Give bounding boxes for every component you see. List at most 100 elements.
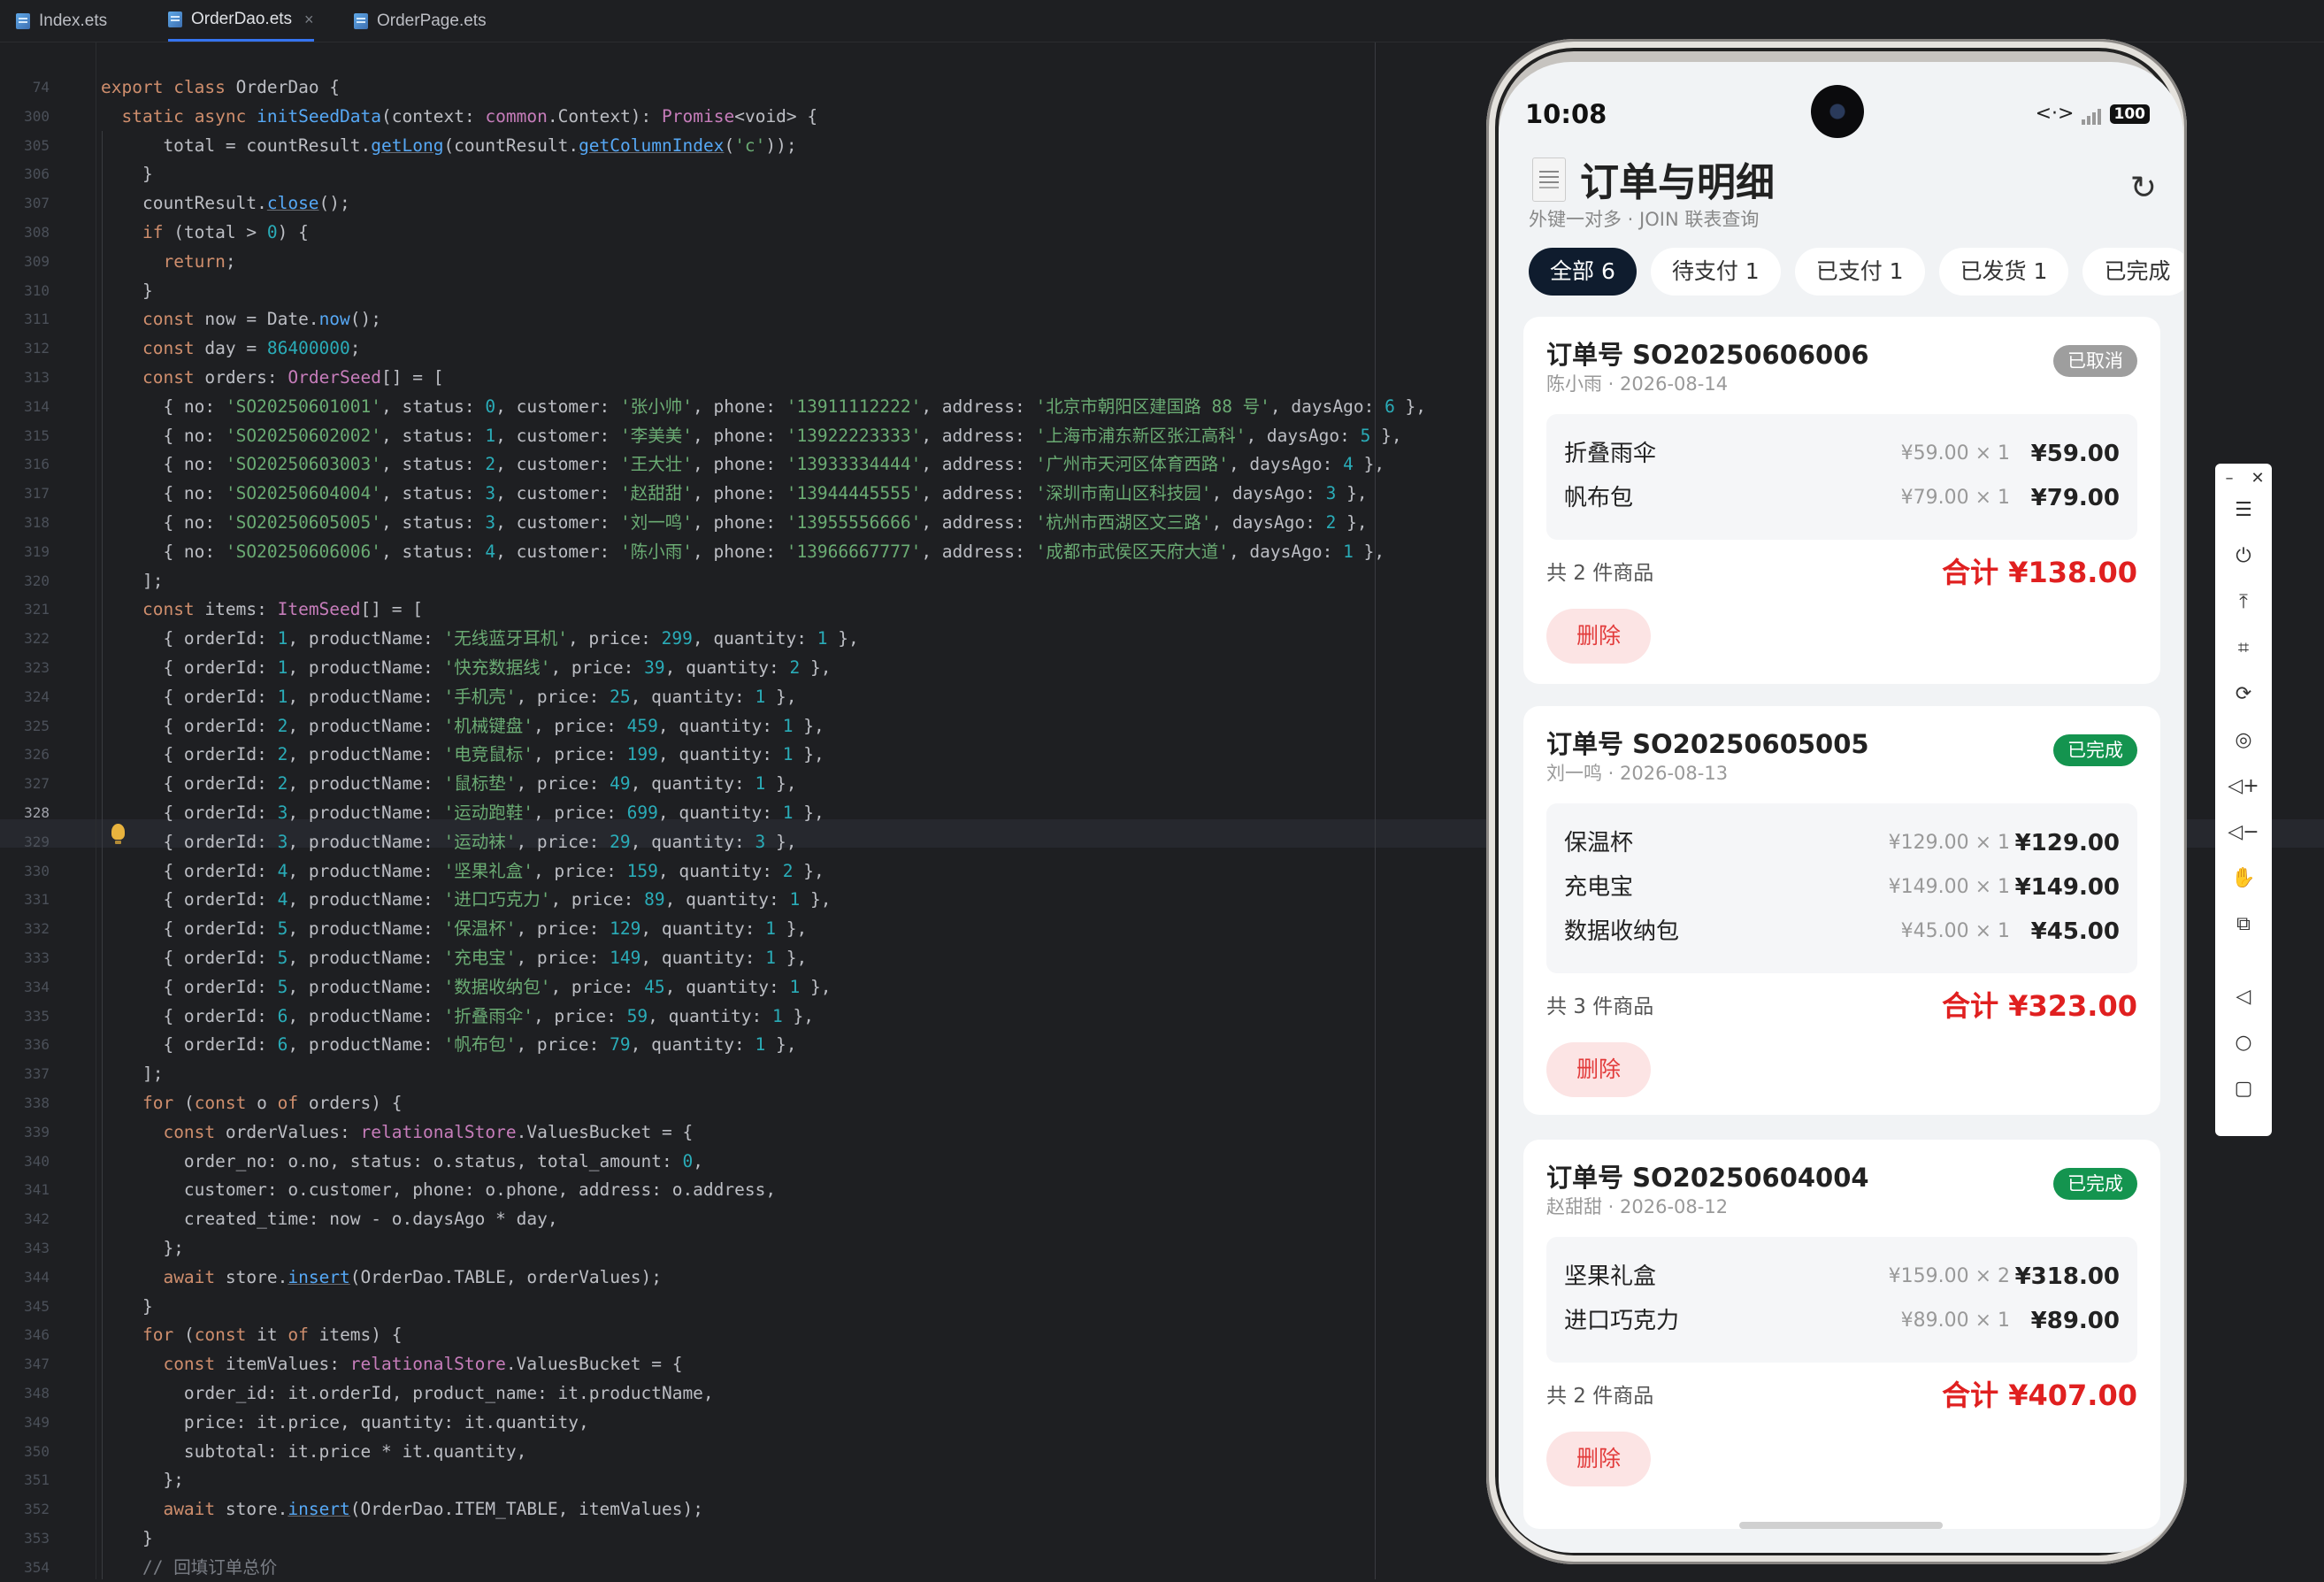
- line-number: 324: [24, 687, 50, 705]
- phone-screen[interactable]: 10:08 <·> 100 订单与明细 外键一对多 · JOIN 联表查询 ↻ …: [1499, 62, 2183, 1553]
- tab-paid[interactable]: 已支付 1: [1794, 248, 1925, 296]
- tab-orderpage-ets[interactable]: OrderPage.ets: [354, 0, 487, 42]
- order-card[interactable]: 订单号 SO20250604004 赵甜甜 · 2026-08-12 已完成 坚…: [1523, 1140, 2160, 1529]
- line-number: 300: [24, 107, 50, 125]
- delete-button[interactable]: 删除: [1546, 1432, 1651, 1486]
- screenshot-icon[interactable]: ⧉: [2215, 913, 2272, 935]
- line-number: 322: [24, 630, 50, 648]
- code-line[interactable]: { orderId: 5, productName: '保温杯', price:…: [101, 914, 807, 943]
- volume-up-icon[interactable]: ◁+: [2215, 775, 2272, 797]
- code-line[interactable]: const items: ItemSeed[] = [: [101, 595, 423, 624]
- code-line[interactable]: { no: 'SO20250602002', status: 1, custom…: [101, 421, 1401, 450]
- code-line[interactable]: { orderId: 3, productName: '运动袜', price:…: [101, 827, 796, 856]
- code-line[interactable]: { orderId: 5, productName: '充电宝', price:…: [101, 943, 807, 972]
- item-name: 折叠雨伞: [1564, 441, 1657, 467]
- right-margin-guide: [1375, 42, 1376, 1579]
- code-line[interactable]: { no: 'SO20250603003', status: 2, custom…: [101, 449, 1384, 479]
- code-line[interactable]: for (const it of items) {: [101, 1320, 403, 1349]
- tab-all[interactable]: 全部 6: [1529, 248, 1637, 296]
- close-icon[interactable]: ✕: [2243, 469, 2272, 488]
- code-line[interactable]: { orderId: 2, productName: '电竞鼠标', price…: [101, 740, 824, 769]
- code-line[interactable]: };: [101, 1465, 183, 1494]
- code-line[interactable]: { orderId: 5, productName: '数据收纳包', pric…: [101, 972, 831, 1002]
- location-icon[interactable]: ◎: [2215, 729, 2272, 751]
- close-icon[interactable]: ×: [304, 11, 314, 29]
- tab-orderdao-ets[interactable]: OrderDao.ets ×: [168, 0, 314, 42]
- tab-index-ets[interactable]: Index.ets: [16, 0, 107, 42]
- code-line[interactable]: { orderId: 1, productName: '无线蓝牙耳机', pri…: [101, 624, 858, 653]
- code-line[interactable]: for (const o of orders) {: [101, 1088, 403, 1117]
- code-line[interactable]: { no: 'SO20250604004', status: 3, custom…: [101, 479, 1367, 508]
- volume-down-icon[interactable]: ◁−: [2215, 821, 2272, 843]
- code-line[interactable]: };: [101, 1233, 183, 1263]
- delete-button[interactable]: 删除: [1546, 609, 1651, 664]
- code-line[interactable]: customer: o.customer, phone: o.phone, ad…: [101, 1175, 776, 1204]
- line-number: 328: [24, 804, 50, 821]
- code-line[interactable]: price: it.price, quantity: it.quantity,: [101, 1408, 589, 1437]
- code-line[interactable]: order_id: it.orderId, product_name: it.p…: [101, 1378, 714, 1408]
- order-card[interactable]: 订单号 SO20250606006 陈小雨 · 2026-08-14 已取消 折…: [1523, 317, 2160, 684]
- code-line[interactable]: }: [101, 1524, 153, 1553]
- code-line[interactable]: const day = 86400000;: [101, 334, 361, 363]
- code-line[interactable]: { orderId: 4, productName: '进口巧克力', pric…: [101, 885, 831, 914]
- order-card[interactable]: 订单号 SO20250605005 刘一鸣 · 2026-08-13 已完成 保…: [1523, 706, 2160, 1115]
- back-icon[interactable]: ◁: [2215, 986, 2272, 1008]
- code-line[interactable]: const orderValues: relationalStore.Value…: [101, 1117, 693, 1147]
- code-line[interactable]: subtotal: it.price * it.quantity,: [101, 1437, 526, 1466]
- emulator-toolbar: – ✕ ☰ ⏻ ⤒ ⌗ ⟳ ◎ ◁+ ◁− ✋ ⧉ ◁ ○ ▢: [2215, 464, 2272, 1136]
- code-line[interactable]: order_no: o.no, status: o.status, total_…: [101, 1147, 703, 1176]
- code-line[interactable]: ];: [101, 566, 164, 595]
- code-line[interactable]: { orderId: 6, productName: '折叠雨伞', price…: [101, 1002, 814, 1031]
- shake-icon[interactable]: ✋: [2215, 867, 2272, 889]
- refresh-icon[interactable]: ↻: [2130, 170, 2157, 206]
- code-line[interactable]: // 回填订单总价: [101, 1553, 277, 1582]
- rotate-icon[interactable]: ⟳: [2215, 683, 2272, 705]
- tab-label: OrderPage.ets: [377, 11, 487, 30]
- minimize-icon[interactable]: –: [2215, 469, 2243, 488]
- code-line[interactable]: { orderId: 4, productName: '坚果礼盒', price…: [101, 856, 824, 886]
- code-line[interactable]: await store.insert(OrderDao.TABLE, order…: [101, 1263, 662, 1292]
- tab-pending-payment[interactable]: 待支付 1: [1650, 248, 1781, 296]
- code-line[interactable]: total = countResult.getLong(countResult.…: [101, 131, 796, 160]
- line-number: 308: [24, 224, 50, 241]
- code-line[interactable]: { orderId: 3, productName: '运动跑鞋', price…: [101, 798, 824, 827]
- code-line[interactable]: { orderId: 6, productName: '帆布包', price:…: [101, 1030, 796, 1059]
- code-line[interactable]: static async initSeedData(context: commo…: [101, 102, 817, 131]
- menu-icon[interactable]: ☰: [2215, 499, 2272, 521]
- code-line[interactable]: const itemValues: relationalStore.Values…: [101, 1349, 682, 1378]
- home-indicator[interactable]: [1739, 1522, 1943, 1529]
- code-line[interactable]: const orders: OrderSeed[] = [: [101, 363, 444, 392]
- pin-top-icon[interactable]: ⤒: [2215, 591, 2272, 613]
- code-line[interactable]: { orderId: 2, productName: '鼠标垫', price:…: [101, 769, 796, 798]
- code-line[interactable]: { no: 'SO20250605005', status: 3, custom…: [101, 508, 1367, 537]
- code-line[interactable]: ];: [101, 1059, 164, 1088]
- code-line[interactable]: }: [101, 276, 153, 305]
- code-line[interactable]: created_time: now - o.daysAgo * day,: [101, 1204, 558, 1233]
- code-line[interactable]: await store.insert(OrderDao.ITEM_TABLE, …: [101, 1494, 703, 1524]
- code-editor[interactable]: 74 export class OrderDao {300 static asyn…: [0, 42, 2324, 1582]
- code-line[interactable]: countResult.close();: [101, 188, 350, 218]
- code-line[interactable]: { no: 'SO20250606006', status: 4, custom…: [101, 537, 1384, 566]
- line-number: 342: [24, 1210, 50, 1228]
- code-line[interactable]: }: [101, 1292, 153, 1321]
- power-icon[interactable]: ⏻: [2215, 545, 2272, 567]
- code-line[interactable]: { no: 'SO20250601001', status: 0, custom…: [101, 392, 1426, 421]
- code-line[interactable]: { orderId: 1, productName: '手机壳', price:…: [101, 682, 796, 711]
- tab-completed[interactable]: 已完成: [2082, 248, 2183, 296]
- delete-button[interactable]: 删除: [1546, 1042, 1651, 1097]
- code-line[interactable]: if (total > 0) {: [101, 218, 309, 247]
- code-line[interactable]: { orderId: 2, productName: '机械键盘', price…: [101, 711, 824, 741]
- recents-icon[interactable]: ▢: [2215, 1078, 2272, 1100]
- item-unit-price: ¥149.00 × 1: [1888, 876, 2010, 898]
- code-line[interactable]: export class OrderDao {: [101, 73, 340, 102]
- code-line[interactable]: { orderId: 1, productName: '快充数据线', pric…: [101, 653, 831, 682]
- code-line[interactable]: return;: [101, 247, 235, 276]
- tab-shipped[interactable]: 已发货 1: [1938, 248, 2069, 296]
- crop-icon[interactable]: ⌗: [2215, 637, 2272, 659]
- code-line[interactable]: }: [101, 159, 153, 188]
- line-number: 335: [24, 1007, 50, 1025]
- item-name: 进口巧克力: [1564, 1308, 1680, 1334]
- tab-label: Index.ets: [39, 11, 108, 30]
- code-line[interactable]: const now = Date.now();: [101, 304, 381, 334]
- home-icon[interactable]: ○: [2215, 1032, 2272, 1054]
